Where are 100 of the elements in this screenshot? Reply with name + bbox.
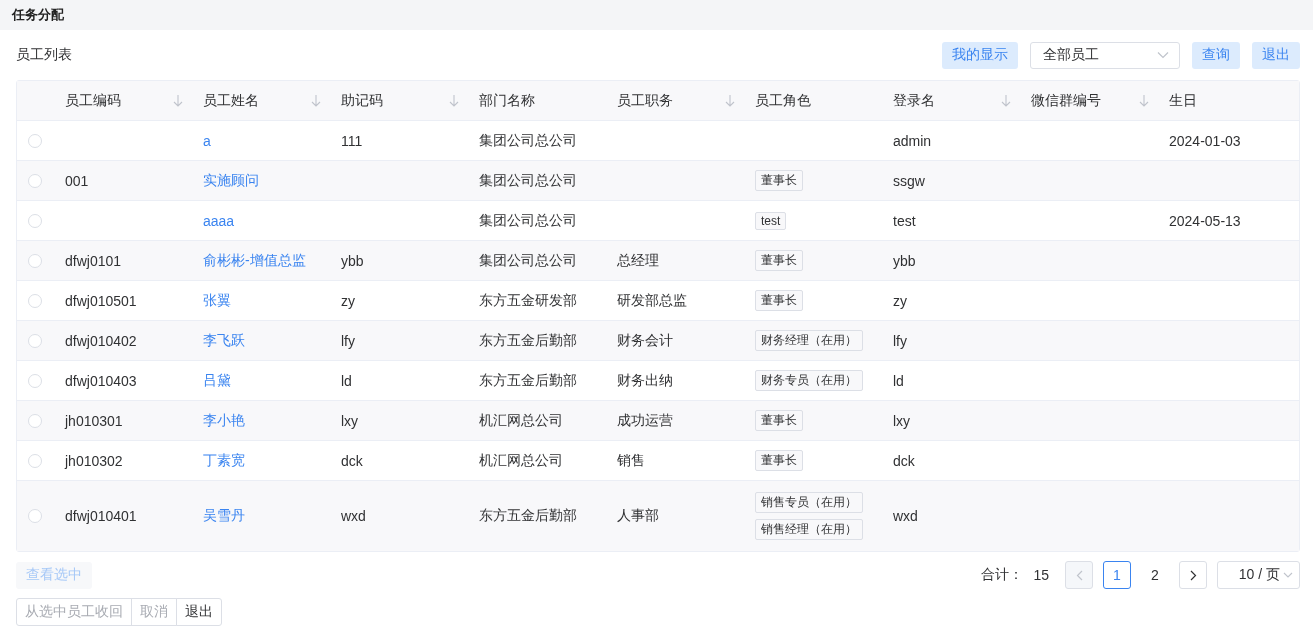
role-tag: 销售专员（在用）: [755, 492, 863, 513]
column-header: 微信群编号: [1031, 91, 1101, 110]
table-cell: 东方五金后勤部: [479, 507, 577, 525]
column-header: 部门名称: [479, 91, 535, 110]
my-display-button[interactable]: 我的显示: [942, 41, 1018, 69]
table-cell: admin: [893, 132, 932, 149]
exit-button[interactable]: 退出: [1252, 41, 1300, 69]
row-radio[interactable]: [28, 133, 42, 148]
table-cell: ssgw: [893, 172, 925, 189]
role-tag: 董事长: [755, 450, 803, 471]
table-cell: lxy: [341, 412, 359, 429]
chevron-right-icon: [1189, 569, 1197, 581]
sort-arrow-icon[interactable]: [449, 94, 459, 107]
page-title: 任务分配: [12, 6, 64, 24]
employee-name-link[interactable]: 吕黛: [203, 371, 231, 390]
table-cell: lfy: [893, 332, 907, 349]
chevron-down-icon: [1283, 572, 1293, 578]
table-cell: dfwj010403: [65, 372, 137, 389]
page-button[interactable]: 1: [1103, 561, 1131, 589]
sort-arrow-icon[interactable]: [1139, 94, 1149, 107]
row-radio[interactable]: [28, 173, 42, 188]
role-tag: 财务经理（在用）: [755, 330, 863, 351]
table-cell: 001: [65, 172, 89, 189]
table-cell: 集团公司总公司: [479, 251, 577, 270]
table-cell: 集团公司总公司: [479, 131, 577, 150]
table-cell: jh010302: [65, 452, 123, 469]
table-cell: jh010301: [65, 412, 123, 429]
table-cell: lxy: [893, 412, 911, 429]
row-radio[interactable]: [28, 509, 42, 523]
row-radio[interactable]: [28, 213, 42, 228]
row-radio[interactable]: [28, 453, 42, 468]
table-cell: 成功运营: [617, 411, 673, 430]
table-cell: 2024-01-03: [1169, 132, 1241, 149]
table-cell: zy: [893, 292, 907, 309]
table-cell: 机汇网总公司: [479, 451, 563, 470]
table-cell: ybb: [893, 252, 916, 269]
table-cell: dfwj010402: [65, 332, 137, 349]
table-cell: 财务出纳: [617, 371, 673, 390]
table-cell: 2024-05-13: [1169, 212, 1241, 229]
role-tag: 董事长: [755, 250, 803, 271]
column-header: 员工角色: [755, 91, 811, 110]
table-cell: dfwj0101: [65, 252, 122, 269]
role-tag: 董事长: [755, 290, 803, 311]
row-radio[interactable]: [28, 373, 42, 388]
employee-name-link[interactable]: 李小艳: [203, 411, 245, 430]
sort-arrow-icon[interactable]: [1001, 94, 1011, 107]
role-tag: test: [755, 211, 787, 230]
table-cell: ld: [893, 372, 904, 389]
next-page-button[interactable]: [1179, 561, 1207, 589]
query-button[interactable]: 查询: [1192, 41, 1240, 69]
sort-arrow-icon[interactable]: [311, 94, 321, 107]
table-cell: wxd: [341, 508, 366, 524]
table-cell: ybb: [341, 252, 364, 269]
table-cell: 总经理: [617, 251, 659, 270]
employee-name-link[interactable]: 吴雪丹: [203, 507, 245, 525]
column-header: 生日: [1169, 91, 1197, 110]
employee-name-link[interactable]: aaaa: [203, 212, 235, 229]
employee-name-link[interactable]: 实施顾问: [203, 171, 259, 190]
table-cell: 财务会计: [617, 331, 673, 350]
role-tag: 销售经理（在用）: [755, 519, 863, 540]
table-cell: 集团公司总公司: [479, 171, 577, 190]
employee-name-link[interactable]: 李飞跃: [203, 331, 245, 350]
table-cell: 111: [341, 132, 363, 149]
list-title: 员工列表: [16, 46, 72, 64]
page-size-dropdown[interactable]: 10 / 页: [1217, 561, 1300, 589]
table-cell: dck: [341, 452, 363, 469]
table-cell: 东方五金后勤部: [479, 371, 577, 390]
sort-arrow-icon[interactable]: [725, 94, 735, 107]
employee-name-link[interactable]: a: [203, 132, 211, 149]
table-cell: wxd: [893, 508, 918, 524]
total-label: 合计：: [981, 566, 1024, 584]
total-count: 15: [1033, 567, 1049, 583]
employee-name-link[interactable]: 张翼: [203, 291, 231, 310]
row-radio[interactable]: [28, 413, 42, 428]
row-radio[interactable]: [28, 293, 42, 308]
table-cell: 东方五金研发部: [479, 291, 577, 310]
column-header: 员工姓名: [203, 91, 259, 110]
table-cell: 销售: [617, 451, 645, 470]
sort-arrow-icon[interactable]: [173, 94, 183, 107]
table-cell: dck: [893, 452, 915, 469]
table-cell: zy: [341, 292, 355, 309]
table-cell: 研发部总监: [617, 291, 687, 310]
role-tag: 董事长: [755, 170, 803, 191]
table-cell: 机汇网总公司: [479, 411, 563, 430]
employee-filter-dropdown[interactable]: 全部员工: [1030, 41, 1180, 69]
row-radio[interactable]: [28, 333, 42, 348]
table-cell: 东方五金后勤部: [479, 331, 577, 350]
table-cell: 人事部: [617, 507, 659, 525]
role-tag: 董事长: [755, 410, 803, 431]
table-cell: test: [893, 212, 916, 229]
footer-button[interactable]: 退出: [176, 598, 222, 626]
table-cell: 集团公司总公司: [479, 211, 577, 230]
row-radio[interactable]: [28, 253, 42, 268]
table-cell: lfy: [341, 332, 355, 349]
chevron-down-icon: [1157, 51, 1169, 59]
table-cell: ld: [341, 372, 352, 389]
column-header: 登录名: [893, 91, 935, 110]
table-cell: dfwj010501: [65, 292, 137, 309]
employee-name-link[interactable]: 俞彬彬-增值总监: [203, 251, 306, 270]
employee-name-link[interactable]: 丁素宽: [203, 451, 245, 470]
